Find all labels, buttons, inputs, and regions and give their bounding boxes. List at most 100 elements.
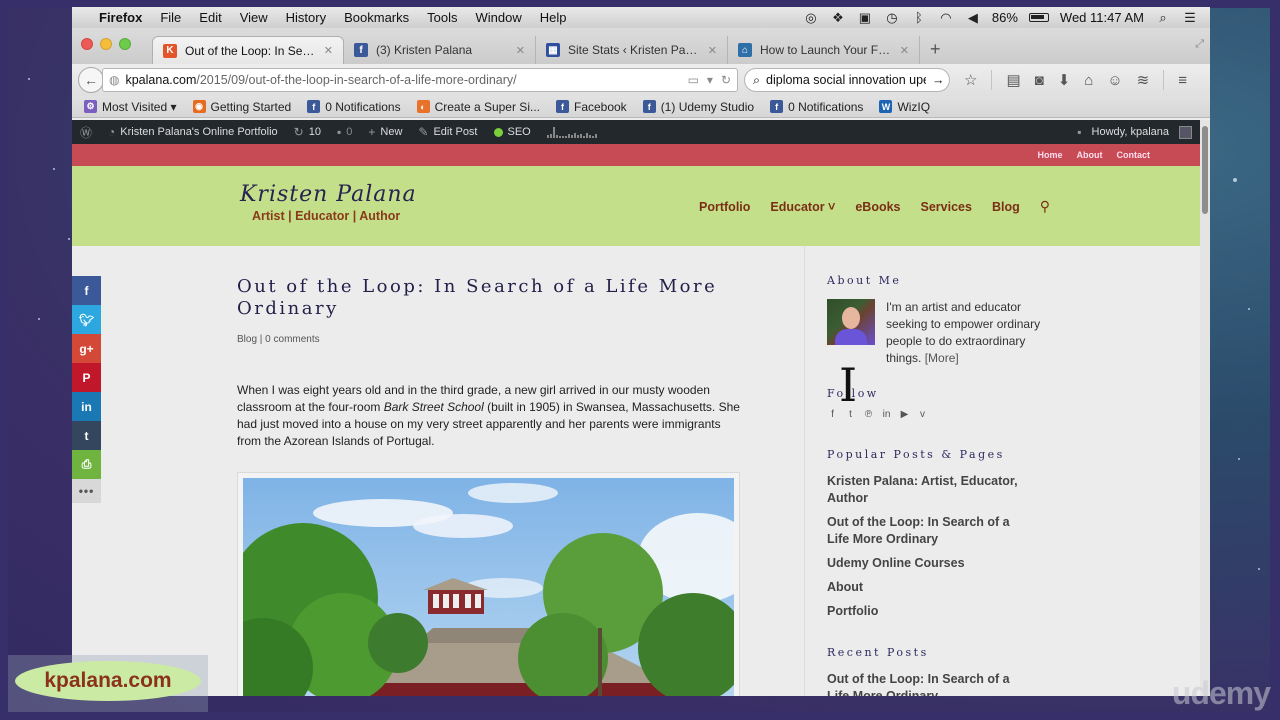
menu-tools[interactable]: Tools xyxy=(418,10,466,25)
bookmark-item[interactable]: f 0 Notifications xyxy=(770,100,863,114)
about-more-link[interactable]: [More] xyxy=(925,351,959,365)
pinterest-icon[interactable]: ℗ xyxy=(863,409,874,420)
creative-cloud-icon[interactable]: ◎ xyxy=(803,10,819,26)
wp-comments[interactable]: ▪ 0 xyxy=(337,125,352,139)
close-window-button[interactable] xyxy=(81,38,93,50)
post-category-link[interactable]: Blog xyxy=(237,334,257,345)
wp-updates[interactable]: ↻ 10 xyxy=(294,125,321,139)
wp-new[interactable]: + New xyxy=(368,125,402,139)
share-google-plus-button[interactable]: g+ xyxy=(72,334,101,363)
share-facebook-button[interactable]: f xyxy=(72,276,101,305)
downloads-icon[interactable]: ⬇ xyxy=(1058,71,1071,89)
bookmark-item[interactable]: ◐ Create a Super Si... xyxy=(416,100,540,114)
wp-seo[interactable]: SEO xyxy=(493,126,531,138)
share-more-button[interactable]: ••• xyxy=(72,479,101,503)
wp-site-link[interactable]: ◔ Kristen Palana's Online Portfolio xyxy=(108,125,278,139)
nav-portfolio[interactable]: Portfolio xyxy=(699,200,750,214)
bookmark-item[interactable]: ⚙ Most Visited ▾ xyxy=(84,100,177,114)
bookmarks-list-icon[interactable]: ▤ xyxy=(1006,71,1020,89)
popular-post-link[interactable]: Udemy Online Courses xyxy=(827,555,1027,572)
post-comments-link[interactable]: 0 comments xyxy=(265,334,319,345)
back-button[interactable]: ← xyxy=(78,67,104,93)
tab-0[interactable]: K Out of the Loop: In Search... ✕ xyxy=(152,36,344,64)
facebook-icon[interactable]: f xyxy=(827,409,838,420)
volume-icon[interactable]: ◀ xyxy=(965,10,981,26)
bookmark-item[interactable]: ◉ Getting Started xyxy=(192,100,291,114)
stats-sparkline[interactable] xyxy=(546,126,597,138)
hello-chat-icon[interactable]: ☺ xyxy=(1107,72,1122,89)
popular-post-link[interactable]: About xyxy=(827,579,1027,596)
bookmark-item[interactable]: f Facebook xyxy=(555,100,627,114)
site-search-icon[interactable]: ⚲ xyxy=(1040,198,1050,215)
menu-history[interactable]: History xyxy=(277,10,335,25)
topnav-contact[interactable]: Contact xyxy=(1117,150,1151,160)
post-image[interactable] xyxy=(237,472,740,696)
bookmark-item[interactable]: f 0 Notifications xyxy=(307,100,401,114)
page-scrollbar[interactable] xyxy=(1200,120,1210,696)
tab-1[interactable]: f (3) Kristen Palana ✕ xyxy=(344,36,536,64)
share-print-button[interactable]: ⎙ xyxy=(72,450,101,479)
home-icon[interactable]: ⌂ xyxy=(1084,72,1093,89)
spotlight-search-icon[interactable]: ⌕ xyxy=(1155,10,1171,26)
share-twitter-button[interactable]: 🐦︎ xyxy=(72,305,101,334)
bluetooth-icon[interactable]: ᛒ xyxy=(911,10,927,25)
tab-2[interactable]: ▦ Site Stats ‹ Kristen Palana'... ✕ xyxy=(536,36,728,64)
search-go-icon[interactable]: → xyxy=(932,73,945,87)
dropbox-icon[interactable]: ❖ xyxy=(830,10,846,26)
nav-educator[interactable]: Educator ˅ xyxy=(770,200,835,214)
menu-window[interactable]: Window xyxy=(467,10,531,25)
howdy-user[interactable]: Howdy, kpalana xyxy=(1092,126,1169,138)
popular-post-link[interactable]: Portfolio xyxy=(827,603,1027,620)
scrollbar-thumb[interactable] xyxy=(1202,126,1208,214)
share-pinterest-button[interactable]: P xyxy=(72,363,101,392)
bookmark-item[interactable]: W WizIQ xyxy=(879,100,930,114)
wifi-icon[interactable]: ◠ xyxy=(938,10,954,26)
fullscreen-icon[interactable]: ⤢ xyxy=(1195,38,1204,51)
menu-view[interactable]: View xyxy=(231,10,277,25)
vimeo-icon[interactable]: v xyxy=(917,409,928,420)
close-tab-icon[interactable]: ✕ xyxy=(708,44,717,57)
url-bar[interactable]: ◍ kpalana.com/2015/09/out-of-the-loop-in… xyxy=(102,68,738,92)
user-avatar[interactable] xyxy=(1179,125,1192,139)
share-tumblr-button[interactable]: t xyxy=(72,421,101,450)
new-tab-button[interactable]: + xyxy=(920,39,951,64)
close-tab-icon[interactable]: ✕ xyxy=(324,44,333,57)
minimize-window-button[interactable] xyxy=(100,38,112,50)
history-dropdown-icon[interactable]: ▾ xyxy=(707,73,713,87)
menu-app[interactable]: Firefox xyxy=(90,10,151,25)
author-photo[interactable] xyxy=(827,299,875,345)
share-linkedin-button[interactable]: in xyxy=(72,392,101,421)
search-bar[interactable]: ⌕ → xyxy=(744,68,950,92)
video-camera-icon[interactable]: ▣ xyxy=(857,10,873,26)
time-machine-icon[interactable]: ◷ xyxy=(884,10,900,26)
reader-view-icon[interactable]: ▭ xyxy=(688,73,699,87)
clock[interactable]: Wed 11:47 AM xyxy=(1060,10,1144,25)
menu-help[interactable]: Help xyxy=(531,10,576,25)
popular-post-link[interactable]: Kristen Palana: Artist, Educator, Author xyxy=(827,473,1027,507)
notification-icon[interactable]: ▪ xyxy=(1077,125,1081,139)
nav-services[interactable]: Services xyxy=(921,200,972,214)
topnav-home[interactable]: Home xyxy=(1037,150,1062,160)
close-tab-icon[interactable]: ✕ xyxy=(516,44,525,57)
bookmark-item[interactable]: f (1) Udemy Studio xyxy=(642,100,754,114)
battery-icon[interactable] xyxy=(1028,13,1049,22)
wordpress-logo-icon[interactable]: Ⓦ xyxy=(80,124,92,141)
popular-post-link[interactable]: Out of the Loop: In Search of a Life Mor… xyxy=(827,514,1027,548)
pocket-icon[interactable]: ◙ xyxy=(1035,72,1044,89)
hamburger-menu-icon[interactable]: ≡ xyxy=(1178,72,1187,89)
zoom-window-button[interactable] xyxy=(119,38,131,50)
close-tab-icon[interactable]: ✕ xyxy=(900,44,909,57)
menu-file[interactable]: File xyxy=(151,10,190,25)
reload-icon[interactable]: ↻ xyxy=(721,73,731,87)
bookmark-star-icon[interactable]: ☆ xyxy=(964,71,977,89)
wp-edit-post[interactable]: ✎ Edit Post xyxy=(418,125,477,139)
linkedin-icon[interactable]: in xyxy=(881,409,892,420)
tab-3[interactable]: ⌂ How to Launch Your First ... ✕ xyxy=(728,36,920,64)
menu-bookmarks[interactable]: Bookmarks xyxy=(335,10,418,25)
youtube-icon[interactable]: ▶ xyxy=(899,409,910,420)
nav-ebooks[interactable]: eBooks xyxy=(855,200,900,214)
menu-edit[interactable]: Edit xyxy=(190,10,230,25)
recent-post-link[interactable]: Out of the Loop: In Search of a Life Mor… xyxy=(827,671,1027,696)
site-logo-name[interactable]: Kristen Palana xyxy=(240,182,417,207)
topnav-about[interactable]: About xyxy=(1077,150,1103,160)
